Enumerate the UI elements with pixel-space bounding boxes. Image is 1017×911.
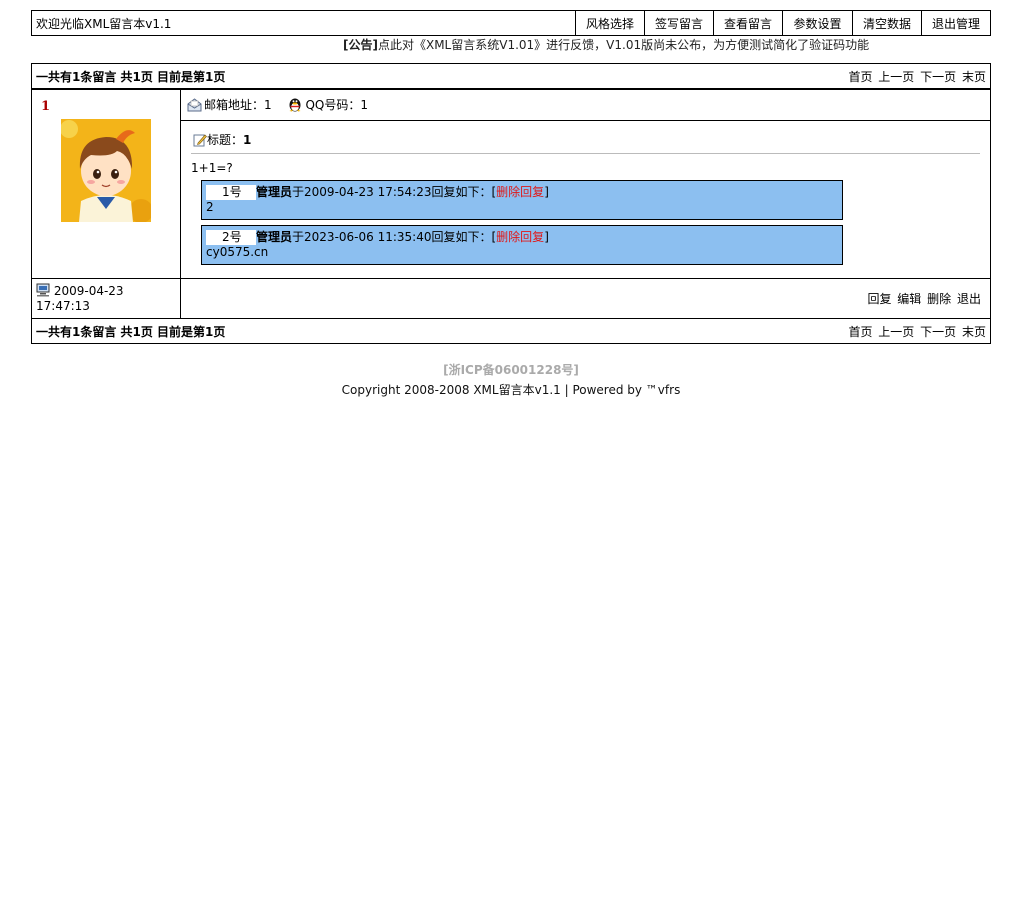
author-panel: 1 [31,89,181,279]
nav-write-message[interactable]: 签写留言 [644,10,714,36]
pager-summary: 一共有1条留言 共1页 目前是第1页 [36,324,226,339]
message-entry: 1 邮箱地址：1 QQ号码：1 标题：1 1+1=? 1号 管理员于2009-0… [31,89,991,319]
reply-box: 1号 管理员于2009-04-23 17:54:23回复如下：[删除回复] 2 [201,180,843,220]
delete-action-link[interactable]: 删除 [927,292,951,306]
pager-bottom: 一共有1条留言 共1页 目前是第1页 首页 上一页 下一页 末页 [31,318,991,344]
nav-logout-admin[interactable]: 退出管理 [921,10,991,36]
email-label: 邮箱地址： [204,98,265,112]
pager-summary: 一共有1条留言 共1页 目前是第1页 [36,69,226,84]
qq-value: 1 [360,98,369,112]
delete-reply-link[interactable]: 删除回复 [496,185,544,199]
welcome-text: 欢迎光临XML留言本v1.1 [31,10,576,36]
reply-number: 1号 [206,185,256,200]
delete-reply-link[interactable]: 删除回复 [496,230,544,244]
contact-info-row: 邮箱地址：1 QQ号码：1 [180,89,991,121]
message-content: 1+1=? [191,161,233,175]
reply-datetime: 2009-04-23 17:54:23 [304,185,432,199]
qq-icon [289,98,301,112]
message-number: 1 [41,99,51,114]
message-time: 17:47:13 [36,299,90,313]
last-page-link[interactable]: 末页 [962,70,986,84]
message-title: 1 [243,133,252,147]
computer-icon [36,283,50,297]
last-page-link[interactable]: 末页 [962,325,986,339]
edit-action-link[interactable]: 编辑 [897,292,921,306]
reply-datetime: 2023-06-06 11:35:40 [304,230,432,244]
icp-license-link[interactable]: [浙ICP备06001228号] [31,361,991,378]
reply-author: 管理员 [256,185,293,199]
reply-text: cy0575.cn [206,245,269,259]
message-title-line: 标题：1 [191,131,980,154]
reply-suffix: 回复如下：[ [431,230,497,244]
message-actions: 回复 编辑 删除 退出 [180,278,991,319]
reply-bracket-close: ] [544,230,549,244]
title-label: 标题： [207,133,244,147]
nav-settings[interactable]: 参数设置 [782,10,853,36]
pager-links: 首页 上一页 下一页 末页 [580,319,990,344]
reply-number: 2号 [206,230,256,245]
next-page-link[interactable]: 下一页 [920,325,956,339]
nav-style-select[interactable]: 风格选择 [575,10,645,36]
first-page-link[interactable]: 首页 [848,70,872,84]
announcement-text[interactable]: 点此对《XML留言系统V1.01》进行反馈，V1.01版尚未公布，为方便测试简化… [378,38,869,52]
avatar-image [60,119,153,223]
nav-clear-data[interactable]: 清空数据 [852,10,922,36]
pager-links: 首页 上一页 下一页 末页 [580,64,990,89]
reply-prefix: 于 [292,230,305,244]
edit-icon [193,134,207,147]
message-body: 标题：1 1+1=? 1号 管理员于2009-04-23 17:54:23回复如下… [180,120,991,279]
prev-page-link[interactable]: 上一页 [878,70,914,84]
message-date: 2009-04-23 [53,284,124,298]
message-date-cell: 2009-04-23 17:47:13 [31,278,181,319]
next-page-link[interactable]: 下一页 [920,70,956,84]
reply-author: 管理员 [256,230,293,244]
qq-label: QQ号码： [305,98,361,112]
email-value: 1 [264,98,272,112]
copyright-text: Copyright 2008-2008 XML留言本v1.1 | Powered… [341,383,681,397]
reply-text: 2 [206,200,214,214]
announcement[interactable]: [公告]点此对《XML留言系统V1.01》进行反馈，V1.01版尚未公布，为方便… [31,36,991,54]
reply-action-link[interactable]: 回复 [867,292,891,306]
reply-box: 2号 管理员于2023-06-06 11:35:40回复如下：[删除回复] cy0… [201,225,843,265]
reply-bracket-close: ] [544,185,549,199]
nav-view-messages[interactable]: 查看留言 [713,10,783,36]
reply-prefix: 于 [292,185,305,199]
pager-top: 一共有1条留言 共1页 目前是第1页 首页 上一页 下一页 末页 [31,63,991,89]
first-page-link[interactable]: 首页 [848,325,872,339]
prev-page-link[interactable]: 上一页 [878,325,914,339]
announcement-label: [公告] [343,38,378,52]
email-icon [187,98,202,112]
reply-suffix: 回复如下：[ [431,185,497,199]
guestbook-page: 欢迎光临XML留言本v1.1 风格选择 签写留言 查看留言 参数设置 清空数据 … [31,10,991,398]
top-navigation-bar: 欢迎光临XML留言本v1.1 风格选择 签写留言 查看留言 参数设置 清空数据 … [31,10,991,36]
exit-action-link[interactable]: 退出 [957,292,981,306]
